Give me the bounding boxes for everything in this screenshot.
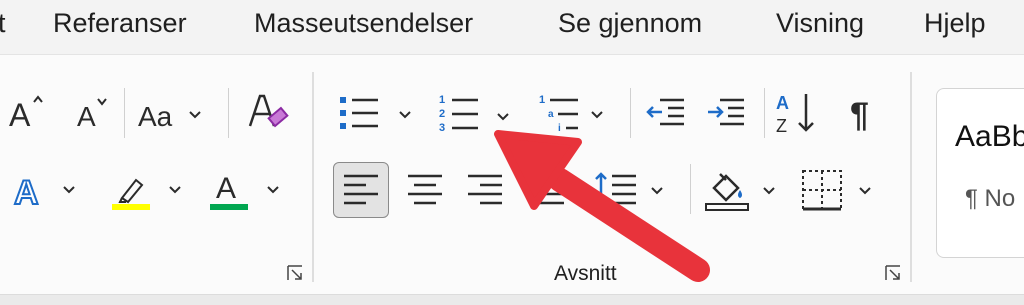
show-hide-marks-icon[interactable]: ¶: [846, 94, 882, 134]
chevron-down-icon[interactable]: [496, 112, 510, 122]
menu-item-references[interactable]: Referanser: [53, 8, 187, 38]
svg-text:A: A: [216, 172, 236, 205]
svg-text:a: a: [548, 109, 554, 120]
chevron-down-icon[interactable]: [168, 185, 182, 195]
chevron-down-icon[interactable]: [266, 185, 280, 195]
chevron-down-icon[interactable]: [858, 186, 872, 196]
svg-text:2: 2: [439, 108, 445, 120]
styles-gallery[interactable]: [936, 88, 1024, 258]
group-separator: [910, 72, 912, 282]
svg-text:Aa: Aa: [138, 101, 173, 132]
style-preview-text[interactable]: AaBb: [955, 120, 1024, 154]
font-dialog-launcher-icon[interactable]: [286, 264, 304, 282]
change-case-icon[interactable]: Aa: [138, 98, 182, 134]
chevron-down-icon[interactable]: [762, 186, 776, 196]
chevron-down-icon[interactable]: [590, 110, 604, 120]
svg-text:Z: Z: [776, 116, 787, 136]
menu-bar: t Referanser Masseutsendelser Se gjennom…: [0, 0, 1024, 50]
svg-text:A: A: [14, 174, 39, 210]
menu-item-view[interactable]: Visning: [776, 8, 864, 38]
shrink-font-icon[interactable]: A: [76, 94, 116, 134]
menu-item-mailings[interactable]: Masseutsendelser: [254, 8, 473, 38]
svg-text:A: A: [9, 97, 31, 132]
svg-text:1: 1: [539, 94, 545, 106]
sort-az-icon[interactable]: A Z: [776, 90, 820, 136]
text-effects-icon[interactable]: A: [12, 170, 52, 210]
separator: [124, 88, 125, 138]
menu-item-review[interactable]: Se gjennom: [558, 8, 702, 38]
svg-text:1: 1: [439, 94, 445, 106]
bullets-list-icon[interactable]: [338, 94, 382, 134]
svg-text:3: 3: [439, 122, 445, 134]
svg-text:A: A: [77, 101, 96, 132]
clear-formatting-icon[interactable]: [246, 90, 290, 134]
style-name-label: ¶ No: [965, 185, 1016, 212]
borders-icon[interactable]: [800, 168, 844, 212]
highlight-pen-icon[interactable]: [110, 168, 154, 212]
grow-font-icon[interactable]: A: [8, 92, 48, 132]
menu-item-help[interactable]: Hjelp: [924, 8, 986, 38]
annotation-arrow-icon: [494, 130, 710, 282]
numbered-list-icon[interactable]: 1 2 3: [438, 92, 482, 136]
align-center-icon[interactable]: [406, 172, 444, 208]
align-left-icon: [344, 174, 378, 205]
document-area-edge: [0, 294, 1024, 305]
svg-text:¶: ¶: [850, 96, 869, 134]
separator: [764, 88, 765, 138]
menu-item-start-partial[interactable]: t: [0, 8, 6, 38]
svg-text:A: A: [776, 93, 789, 113]
chevron-down-icon[interactable]: [398, 110, 412, 120]
paragraph-dialog-launcher-icon[interactable]: [884, 264, 902, 282]
separator: [228, 88, 229, 138]
font-color-icon[interactable]: A: [208, 168, 252, 212]
chevron-down-icon[interactable]: [62, 185, 76, 195]
group-separator: [312, 72, 314, 282]
chevron-down-icon[interactable]: [188, 110, 202, 120]
